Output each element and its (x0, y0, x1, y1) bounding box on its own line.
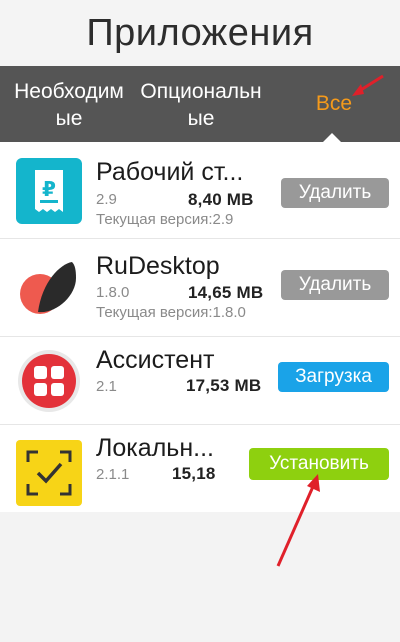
tab-optional-label-line1: Опциональн (140, 80, 262, 103)
tab-all-label: Все (315, 92, 353, 115)
list-item[interactable]: RuDesktop 1.8.0 14,65 MB Текущая версия:… (0, 238, 400, 337)
install-button[interactable]: Установить (249, 448, 389, 480)
svg-text:₽: ₽ (42, 177, 56, 201)
list-item[interactable]: Локальн... 2.1.1 15,18 Установить (0, 424, 400, 512)
app-header: Приложения (0, 0, 400, 66)
tab-optional-label-line2: ые (187, 107, 215, 130)
app-size: 17,53 MB (186, 376, 262, 395)
rudesktop-logo-icon (20, 262, 76, 314)
receipt-icon: ₽ (16, 158, 82, 224)
app-size: 15,18 (172, 464, 216, 483)
tab-required-label-line1: Необходим (14, 80, 124, 103)
app-name: Локальн... (96, 434, 214, 462)
tab-all[interactable]: Все (312, 90, 356, 117)
app-version: 2.1.1 (96, 466, 130, 483)
app-version: 1.8.0 (96, 284, 130, 301)
app-size: 8,40 MB (188, 190, 254, 209)
tab-required-label-line2: ые (55, 107, 83, 130)
face-scan-icon (16, 440, 82, 506)
assistant-grid-icon (18, 350, 80, 412)
app-current-version: Текущая версия:2.9 (96, 211, 234, 228)
tab-bar: Необходим ые Опциональн ые Все (0, 66, 400, 142)
tab-required[interactable]: Необходим ые (4, 78, 134, 132)
delete-button[interactable]: Удалить (281, 270, 389, 300)
app-list: ₽ Рабочий ст... 2.9 8,40 MB Текущая верс… (0, 142, 400, 512)
delete-button[interactable]: Удалить (281, 178, 389, 208)
download-button[interactable]: Загрузка (278, 362, 389, 392)
list-item[interactable]: Ассистент 2.1 17,53 MB Загрузка (0, 336, 400, 425)
app-name: Ассистент (96, 346, 215, 374)
app-name: Рабочий ст... (96, 158, 244, 186)
app-current-version: Текущая версия:1.8.0 (96, 304, 246, 321)
page-title: Приложения (86, 11, 314, 54)
app-version: 2.9 (96, 191, 117, 208)
tab-optional[interactable]: Опциональн ые (134, 78, 268, 132)
app-name: RuDesktop (96, 252, 220, 280)
list-item[interactable]: ₽ Рабочий ст... 2.9 8,40 MB Текущая верс… (0, 142, 400, 239)
app-size: 14,65 MB (188, 283, 264, 302)
app-version: 2.1 (96, 378, 117, 395)
